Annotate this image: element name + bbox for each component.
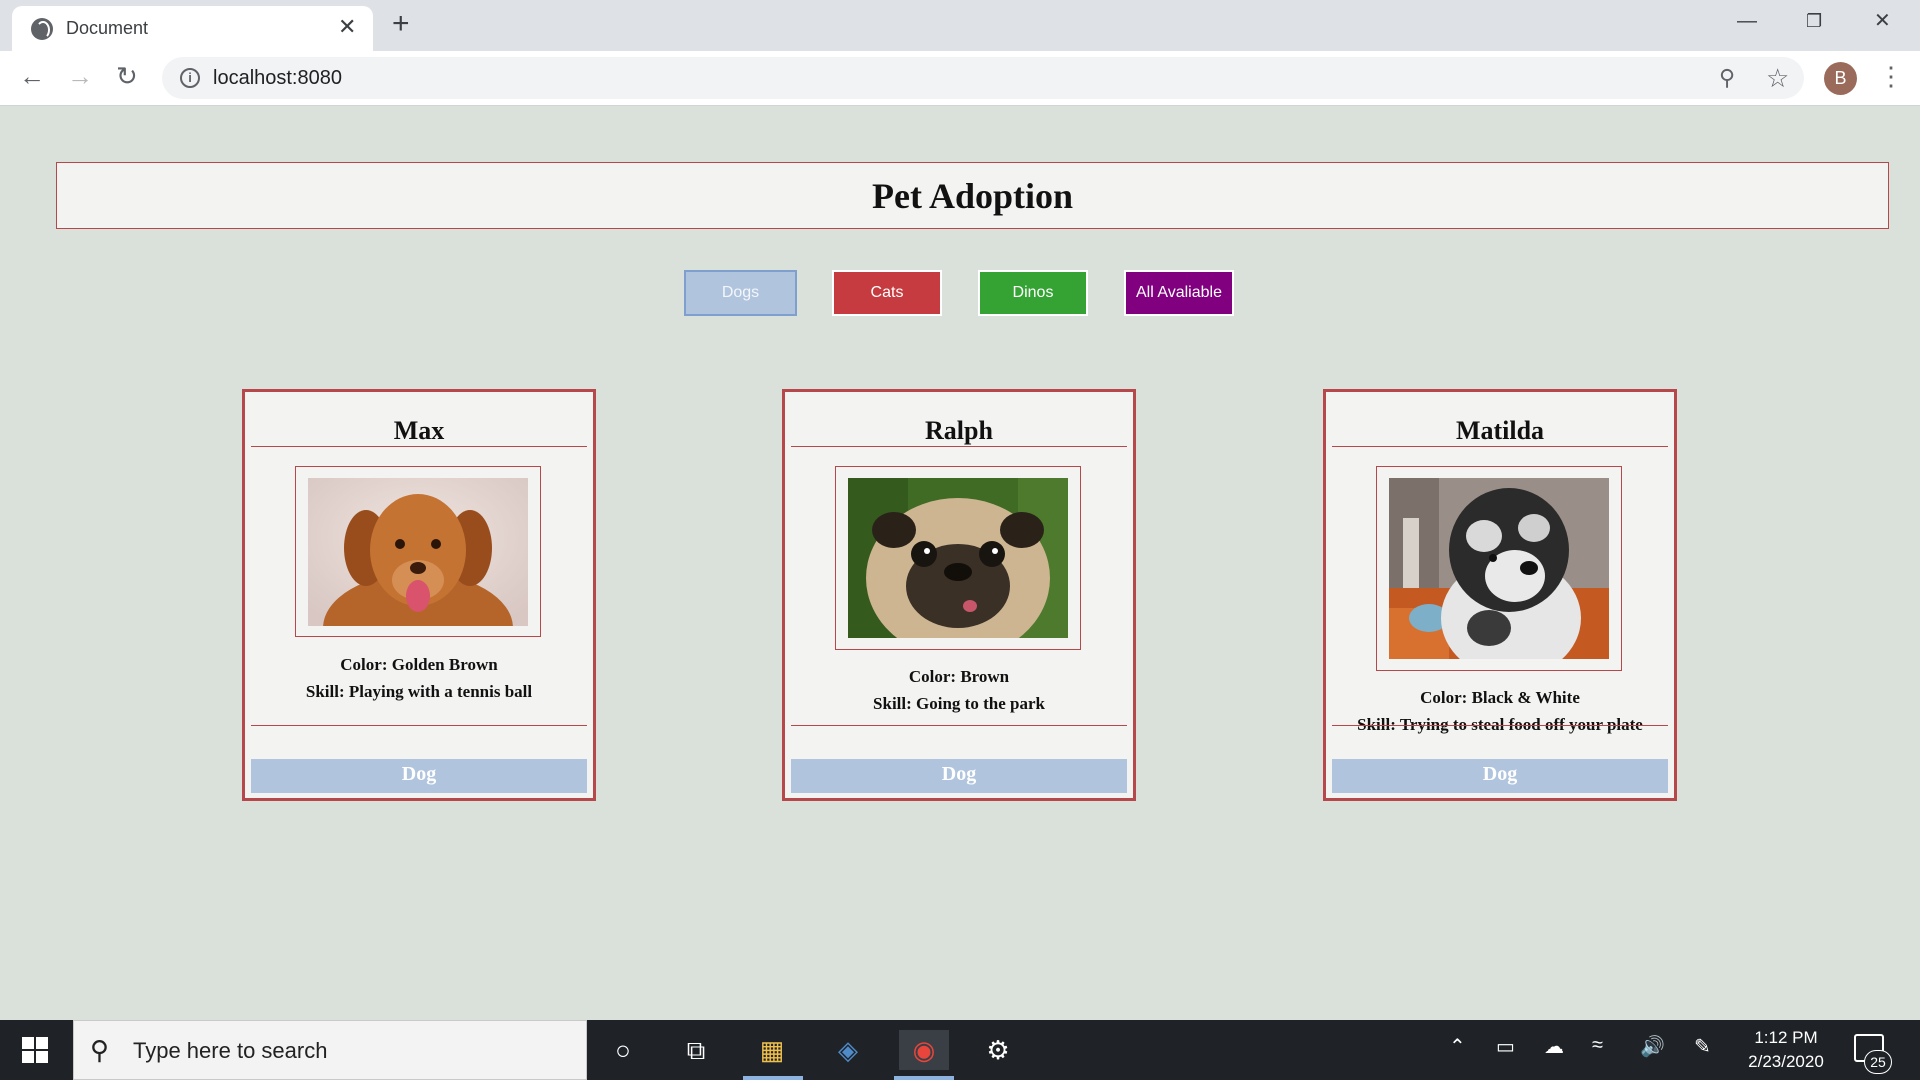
filter-bar: Dogs Cats Dinos All Avaliable: [0, 270, 1920, 316]
filter-dinos-button[interactable]: Dinos: [978, 270, 1088, 316]
tab-document[interactable]: Document ✕: [12, 6, 373, 51]
notification-count: 25: [1864, 1050, 1892, 1074]
page-header: Pet Adoption: [56, 162, 1889, 229]
info-icon[interactable]: i: [180, 68, 200, 88]
python-icon[interactable]: ◈: [823, 1030, 873, 1070]
pet-details: Color: Brown Skill: Going to the park: [791, 663, 1127, 717]
url-text[interactable]: localhost:8080: [213, 67, 342, 90]
card-divider: [1332, 725, 1668, 726]
taskbar: ⚲ Type here to search ○ ⧉ ▦ ◈ ◉ ⚙ ⌃ ▭ ☁ …: [0, 1020, 1920, 1080]
pet-name: Matilda: [1332, 416, 1668, 447]
wifi-icon[interactable]: ≈: [1592, 1034, 1603, 1057]
clock-time: 1:12 PM: [1754, 1028, 1818, 1047]
pet-photo-frame: [835, 466, 1081, 650]
bookmark-star-icon[interactable]: ☆: [1766, 63, 1789, 94]
pen-icon[interactable]: ✎: [1694, 1034, 1711, 1059]
page-title: Pet Adoption: [871, 176, 1074, 216]
taskbar-search[interactable]: ⚲ Type here to search: [73, 1020, 587, 1080]
active-indicator: [894, 1076, 954, 1080]
dog-photo: [1389, 478, 1609, 659]
window-close-icon[interactable]: ✕: [1874, 9, 1891, 33]
forward-icon[interactable]: →: [67, 61, 93, 91]
task-view-icon[interactable]: ⧉: [671, 1030, 721, 1070]
windows-start-icon[interactable]: [22, 1037, 48, 1063]
pet-details: Color: Black & White Skill: Trying to st…: [1332, 684, 1668, 738]
chevron-up-icon[interactable]: ⌃: [1449, 1034, 1466, 1059]
pet-color: Color: Black & White: [1420, 688, 1580, 707]
pet-photo-frame: [295, 466, 541, 637]
card-divider: [251, 725, 587, 726]
browser-toolbar: ← → ↻ i localhost:8080 ⚲ ☆ B ⋮: [0, 51, 1920, 106]
pet-card[interactable]: Ralph Color: Brown Skill: Going to the p…: [782, 389, 1136, 801]
tab-title: Document: [66, 18, 149, 38]
filter-cats-button[interactable]: Cats: [832, 270, 942, 316]
pet-details: Color: Golden Brown Skill: Playing with …: [251, 651, 587, 705]
onedrive-cloud-icon[interactable]: ☁: [1544, 1034, 1564, 1059]
clock-date: 2/23/2020: [1748, 1052, 1824, 1071]
tab-strip: Document ✕ + — ❐ ✕: [0, 0, 1920, 51]
pet-type-label: Dog: [791, 759, 1127, 793]
pet-color: Color: Golden Brown: [340, 655, 498, 674]
pet-name: Max: [251, 416, 587, 447]
pet-skill: Skill: Going to the park: [873, 694, 1045, 713]
dog-photo: [308, 478, 528, 626]
minimize-icon[interactable]: —: [1737, 9, 1757, 33]
system-clock[interactable]: 1:12 PM 2/23/2020: [1738, 1026, 1834, 1074]
new-tab-icon[interactable]: +: [392, 9, 410, 39]
pet-type-label: Dog: [1332, 759, 1668, 793]
pet-name: Ralph: [791, 416, 1127, 447]
card-divider: [791, 725, 1127, 726]
filter-all-button[interactable]: All Avaliable: [1124, 270, 1234, 316]
close-icon[interactable]: ✕: [338, 15, 356, 39]
search-icon: ⚲: [90, 1035, 110, 1065]
avatar[interactable]: B: [1824, 62, 1857, 95]
restore-icon[interactable]: ❐: [1806, 9, 1822, 33]
pet-color: Color: Brown: [908, 667, 1010, 686]
address-bar[interactable]: i localhost:8080 ⚲ ☆: [162, 57, 1804, 99]
active-indicator: [743, 1076, 803, 1080]
chrome-icon[interactable]: ◉: [899, 1030, 949, 1070]
menu-dots-icon[interactable]: ⋮: [1878, 61, 1904, 91]
zoom-icon[interactable]: ⚲: [1719, 65, 1735, 91]
pet-card[interactable]: Max Color: Golden Brown Skill: Playing w…: [242, 389, 596, 801]
dog-photo: [848, 478, 1068, 638]
reload-icon[interactable]: ↻: [116, 61, 138, 91]
cortana-icon[interactable]: ○: [598, 1030, 648, 1070]
filter-dogs-button[interactable]: Dogs: [684, 270, 797, 316]
file-explorer-icon[interactable]: ▦: [747, 1030, 797, 1070]
globe-icon: [31, 18, 53, 40]
battery-icon[interactable]: ▭: [1496, 1034, 1515, 1059]
pet-card[interactable]: Matilda Color: Black & White Skill: Tryi…: [1323, 389, 1677, 801]
page-content: Pet Adoption Dogs Cats Dinos All Avaliab…: [0, 106, 1920, 1020]
back-icon[interactable]: ←: [19, 61, 45, 91]
pet-photo-frame: [1376, 466, 1622, 671]
pet-skill: Skill: Playing with a tennis ball: [305, 682, 533, 701]
search-placeholder[interactable]: Type here to search: [133, 1038, 327, 1064]
settings-gear-icon[interactable]: ⚙: [973, 1030, 1023, 1070]
volume-icon[interactable]: 🔊: [1640, 1034, 1665, 1059]
pet-type-label: Dog: [251, 759, 587, 793]
